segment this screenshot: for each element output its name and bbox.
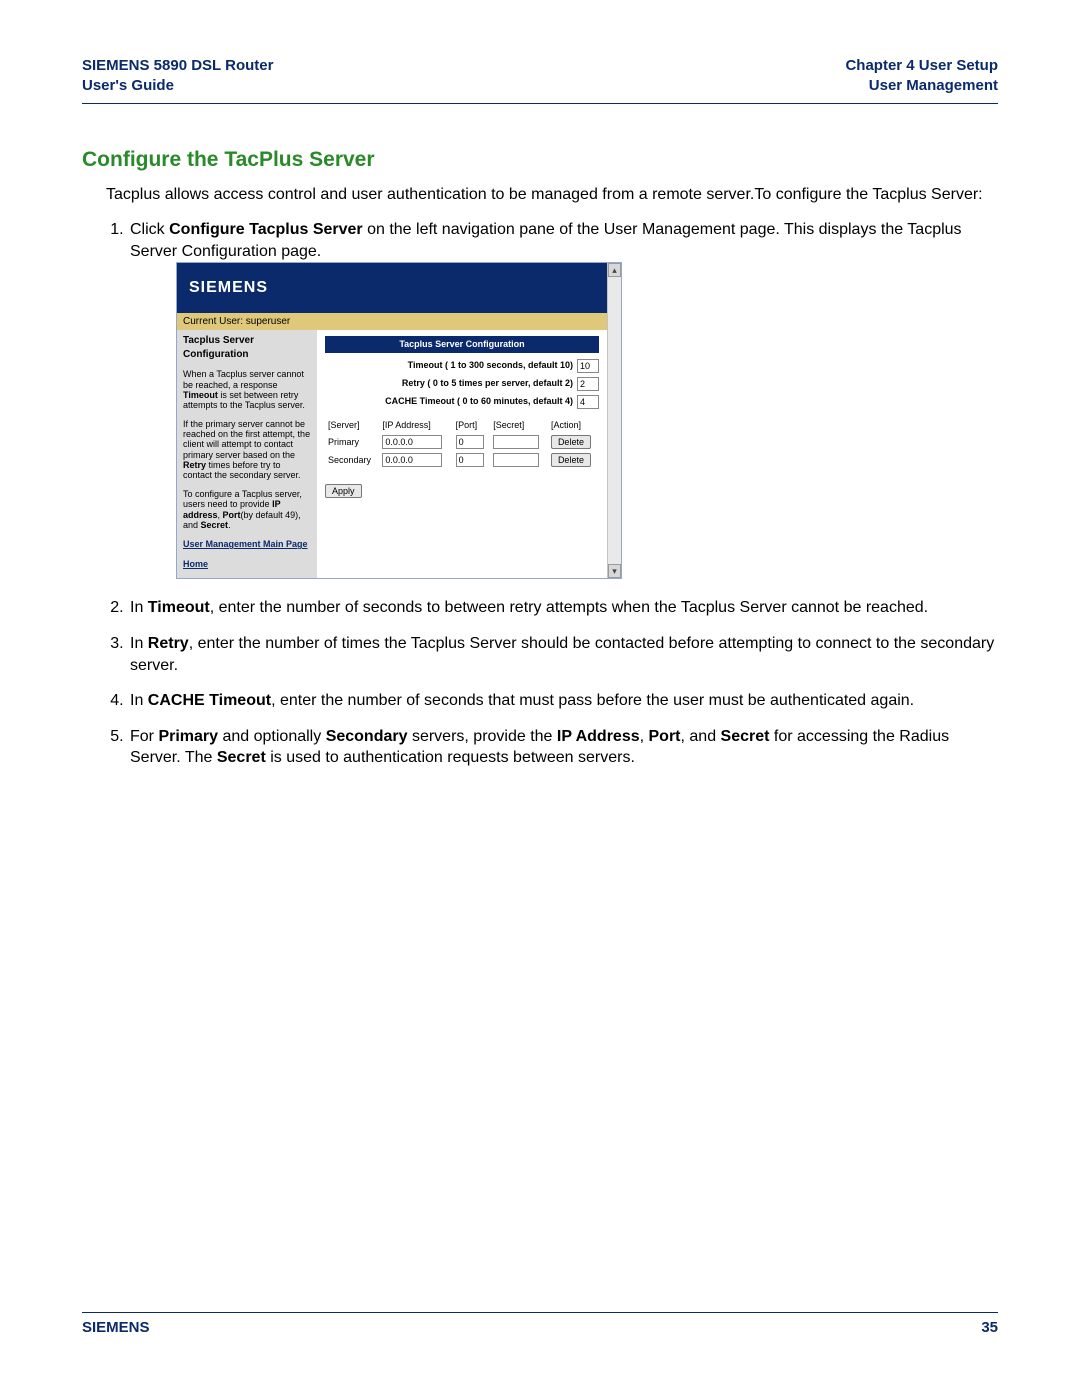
siemens-logo: SIEMENS — [177, 263, 607, 313]
step-5: For Primary and optionally Secondary ser… — [128, 726, 998, 769]
step-4: In CACHE Timeout, enter the number of se… — [128, 690, 998, 712]
col-server: [Server] — [325, 417, 379, 433]
config-panel-header: Tacplus Server Configuration — [325, 336, 599, 352]
secondary-port-input[interactable] — [456, 453, 484, 467]
left-para-3: To configure a Tacplus server, users nee… — [183, 489, 311, 530]
server-name-primary: Primary — [325, 433, 379, 451]
table-row: Secondary Delete — [325, 451, 599, 469]
timeout-input[interactable] — [577, 359, 599, 373]
left-panel-title: Tacplus Server Configuration — [183, 334, 311, 361]
page-header: SIEMENS 5890 DSL Router User's Guide Cha… — [82, 56, 998, 104]
timeout-label: Timeout ( 1 to 300 seconds, default 10) — [325, 359, 577, 371]
secondary-secret-input[interactable] — [493, 453, 539, 467]
embedded-screenshot: ▴ ▾ SIEMENS Current User: superuser Tacp… — [176, 262, 622, 579]
col-action: [Action] — [548, 417, 599, 433]
steps-list: Click Configure Tacplus Server on the le… — [106, 219, 998, 769]
header-section: User Management — [845, 76, 998, 96]
primary-secret-input[interactable] — [493, 435, 539, 449]
server-table: [Server] [IP Address] [Port] [Secret] [A… — [325, 417, 599, 469]
left-para-1: When a Tacplus server cannot be reached,… — [183, 369, 311, 410]
left-para-2: If the primary server cannot be reached … — [183, 419, 311, 481]
intro-paragraph: Tacplus allows access control and user a… — [106, 184, 998, 206]
col-ip: [IP Address] — [379, 417, 452, 433]
step-2: In Timeout, enter the number of seconds … — [128, 597, 998, 619]
secondary-delete-button[interactable]: Delete — [551, 453, 591, 467]
primary-delete-button[interactable]: Delete — [551, 435, 591, 449]
link-user-mgmt-main[interactable]: User Management Main Page — [183, 538, 311, 550]
apply-button[interactable]: Apply — [325, 484, 362, 498]
header-product: SIEMENS 5890 DSL Router — [82, 56, 273, 76]
server-name-secondary: Secondary — [325, 451, 379, 469]
secondary-ip-input[interactable] — [382, 453, 442, 467]
current-user-bar: Current User: superuser — [177, 313, 607, 331]
cache-timeout-input[interactable] — [577, 395, 599, 409]
scrollbar[interactable]: ▴ ▾ — [607, 263, 621, 578]
step-1: Click Configure Tacplus Server on the le… — [128, 219, 998, 579]
table-row: Primary Delete — [325, 433, 599, 451]
scroll-down-icon[interactable]: ▾ — [608, 564, 621, 578]
cache-timeout-label: CACHE Timeout ( 0 to 60 minutes, default… — [325, 395, 577, 407]
step-3: In Retry, enter the number of times the … — [128, 633, 998, 676]
link-home[interactable]: Home — [183, 558, 311, 570]
retry-input[interactable] — [577, 377, 599, 391]
col-secret: [Secret] — [490, 417, 548, 433]
page-footer: SIEMENS 35 — [82, 1312, 998, 1336]
retry-label: Retry ( 0 to 5 times per server, default… — [325, 377, 577, 389]
scroll-up-icon[interactable]: ▴ — [608, 263, 621, 277]
header-subtitle: User's Guide — [82, 76, 273, 96]
primary-ip-input[interactable] — [382, 435, 442, 449]
header-chapter: Chapter 4 User Setup — [845, 56, 998, 76]
section-title: Configure the TacPlus Server — [82, 148, 998, 172]
main-config-panel: Tacplus Server Configuration Timeout ( 1… — [317, 330, 607, 578]
col-port: [Port] — [453, 417, 491, 433]
primary-port-input[interactable] — [456, 435, 484, 449]
footer-brand: SIEMENS — [82, 1319, 150, 1336]
footer-page-number: 35 — [981, 1319, 998, 1336]
left-nav-panel: Tacplus Server Configuration When a Tacp… — [177, 330, 317, 578]
